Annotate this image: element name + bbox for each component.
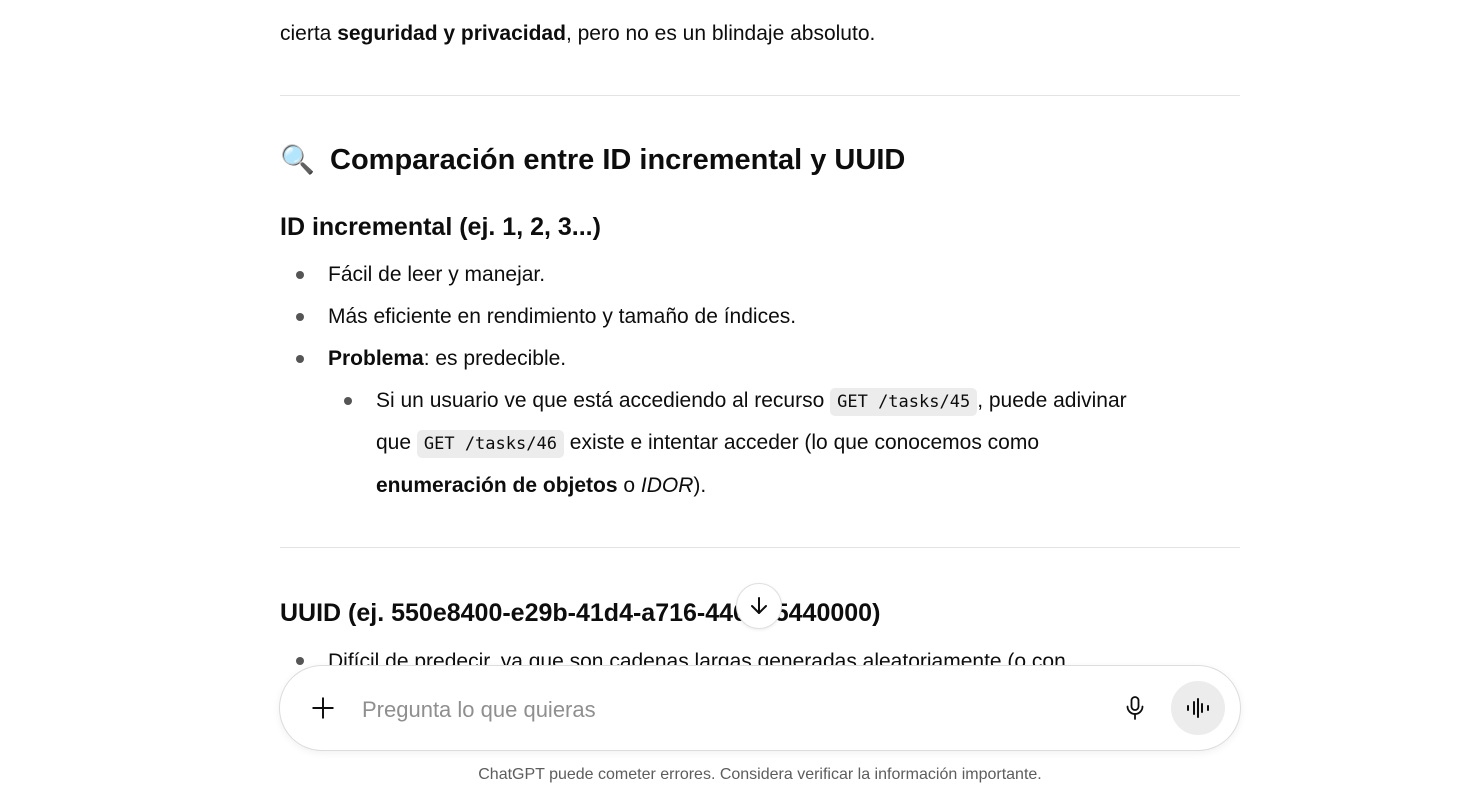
top-paragraph-prefix: cierta (280, 22, 338, 45)
problem-text: : es predecible. (423, 347, 567, 370)
bullet-dot (296, 271, 304, 279)
section-heading: 🔍 Comparación entre ID incremental y UUI… (280, 140, 905, 180)
sub-item-part1: Si un usuario ve que está accediendo al … (376, 389, 831, 412)
sub-item-bold: enumeración de objetos (376, 474, 618, 497)
dictate-button[interactable] (1115, 688, 1155, 728)
sub-item-part6: ). (693, 474, 707, 497)
sub-item-line-2: que GET /tasks/46 existe e intentar acce… (376, 422, 1039, 465)
chat-viewport: cierta seguridad y privacidad, pero no e… (0, 0, 1482, 789)
sub-item-italic: IDOR (640, 474, 694, 497)
sub-item-part5: o (617, 474, 641, 497)
uuid-heading: UUID (ej. 550e8400-e29b-41d4-a716-446655… (280, 599, 881, 627)
divider-middle (280, 547, 1240, 548)
sub-item-line-3: enumeración de objetos o IDOR). (376, 465, 706, 507)
sub-item-part4: existe e intentar acceder (lo que conoce… (563, 431, 1040, 454)
composer (279, 665, 1241, 751)
code-get-tasks-46: GET /tasks/46 (416, 430, 564, 458)
bullet-dot (296, 313, 304, 321)
incremental-heading: ID incremental (ej. 1, 2, 3...) (280, 213, 601, 241)
top-paragraph-bold: seguridad y privacidad (337, 22, 566, 45)
voice-mode-button[interactable] (1171, 681, 1225, 735)
top-paragraph-suffix: , pero no es un blindaje absoluto. (565, 22, 876, 45)
sub-item-line-1: Si un usuario ve que está accediendo al … (376, 380, 1127, 423)
sub-bullet-dot (344, 397, 352, 405)
plus-icon (312, 697, 334, 719)
divider-top (280, 95, 1240, 96)
problem-label: Problema (328, 347, 424, 370)
section-heading-text: Comparación entre ID incremental y UUID (330, 144, 906, 176)
sub-item-part2: , puede adivinar (977, 389, 1127, 412)
scroll-to-bottom-button[interactable] (736, 583, 782, 629)
cut-off-line (280, 0, 286, 6)
code-get-tasks-45: GET /tasks/45 (830, 388, 978, 416)
top-paragraph: cierta seguridad y privacidad, pero no e… (280, 18, 875, 50)
disclaimer-text: ChatGPT puede cometer errores. Considera… (478, 766, 1042, 783)
bullet-dot (296, 657, 304, 665)
arrow-down-icon (751, 597, 767, 614)
magnifying-glass-icon: 🔍 (280, 144, 315, 175)
voice-mode-icon (1187, 698, 1209, 718)
list-item: Más eficiente en rendimiento y tamaño de… (328, 305, 797, 328)
list-item: Fácil de leer y manejar. (328, 263, 546, 286)
prompt-input[interactable] (360, 690, 1064, 730)
sub-item-part3: que (376, 431, 417, 454)
add-attachment-button[interactable] (302, 687, 344, 729)
bullet-dot (296, 355, 304, 363)
microphone-icon (1126, 696, 1144, 720)
list-item-problem: Problema: es predecible. (328, 338, 566, 380)
